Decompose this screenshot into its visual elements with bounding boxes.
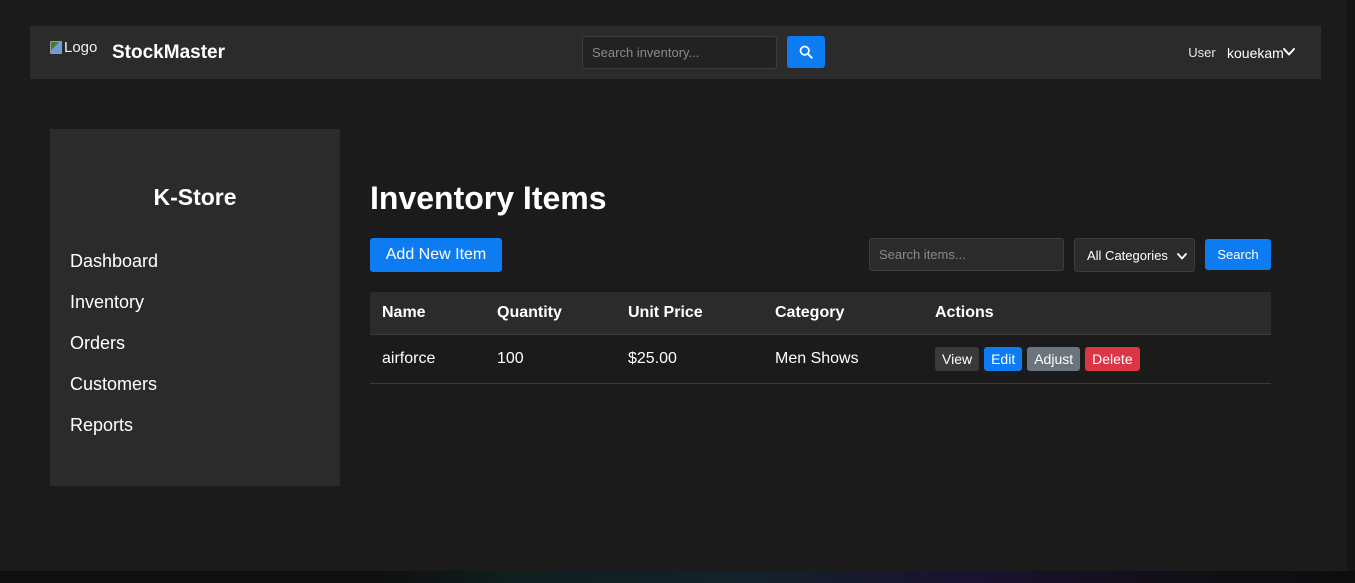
store-name: K-Store [153, 184, 237, 210]
cell-category: Men Shows [763, 334, 923, 384]
sidebar-item-reports[interactable]: Reports [70, 413, 158, 454]
username[interactable]: kouekam [1227, 45, 1284, 61]
search-icon [799, 45, 813, 59]
row-actions: View Edit Adjust Delete [935, 346, 1259, 371]
table-header-row: Name Quantity Unit Price Category Action… [370, 292, 1271, 335]
column-header-actions: Actions [923, 292, 1271, 335]
cell-actions: View Edit Adjust Delete [923, 334, 1271, 384]
window-edge [1347, 0, 1355, 571]
edit-button[interactable]: Edit [984, 346, 1023, 371]
top-navbar: Logo StockMaster User kouekam [30, 26, 1321, 79]
table-row: airforce 100 $25.00 Men Shows View Edit … [370, 334, 1271, 384]
sidebar-nav: Dashboard Inventory Orders Customers Rep… [70, 249, 158, 454]
avatar-alt-text: User [1188, 45, 1216, 60]
items-search-button[interactable]: Search [1205, 239, 1271, 270]
category-select-value: All Categories [1087, 247, 1168, 263]
page: Logo StockMaster User kouekam K-Store Da… [0, 0, 1355, 583]
cell-name: airforce [370, 334, 485, 384]
sidebar-item-dashboard[interactable]: Dashboard [70, 249, 158, 290]
chevron-down-icon[interactable] [1282, 45, 1296, 59]
column-header-unit-price[interactable]: Unit Price [616, 292, 763, 335]
category-select[interactable]: All Categories [1074, 238, 1195, 272]
sidebar-item-inventory[interactable]: Inventory [70, 290, 158, 331]
column-header-name[interactable]: Name [370, 292, 485, 335]
sidebar: K-Store Dashboard Inventory Orders Custo… [50, 129, 340, 486]
header-search-button[interactable] [787, 36, 825, 68]
sidebar-item-orders[interactable]: Orders [70, 331, 158, 372]
page-title: Inventory Items [370, 180, 607, 216]
column-header-category[interactable]: Category [763, 292, 923, 335]
logo-alt-text: Logo [64, 38, 98, 56]
add-new-item-button[interactable]: Add New Item [370, 238, 502, 272]
adjust-button[interactable]: Adjust [1027, 346, 1081, 371]
brand-name[interactable]: StockMaster [112, 42, 225, 64]
column-header-quantity[interactable]: Quantity [485, 292, 616, 335]
sidebar-item-customers[interactable]: Customers [70, 372, 158, 413]
delete-button[interactable]: Delete [1085, 346, 1140, 371]
chevron-down-icon [1177, 253, 1187, 260]
view-button[interactable]: View [935, 346, 980, 371]
logo[interactable]: Logo [50, 38, 108, 56]
desktop-background-strip [0, 571, 1355, 583]
items-search-input[interactable] [869, 238, 1064, 271]
user-avatar[interactable]: User [1187, 38, 1217, 68]
cell-quantity: 100 [485, 334, 616, 384]
broken-image-icon [50, 40, 62, 54]
cell-unit-price: $25.00 [616, 334, 763, 384]
inventory-table: Name Quantity Unit Price Category Action… [370, 292, 1271, 384]
header-search-input[interactable] [582, 36, 777, 69]
